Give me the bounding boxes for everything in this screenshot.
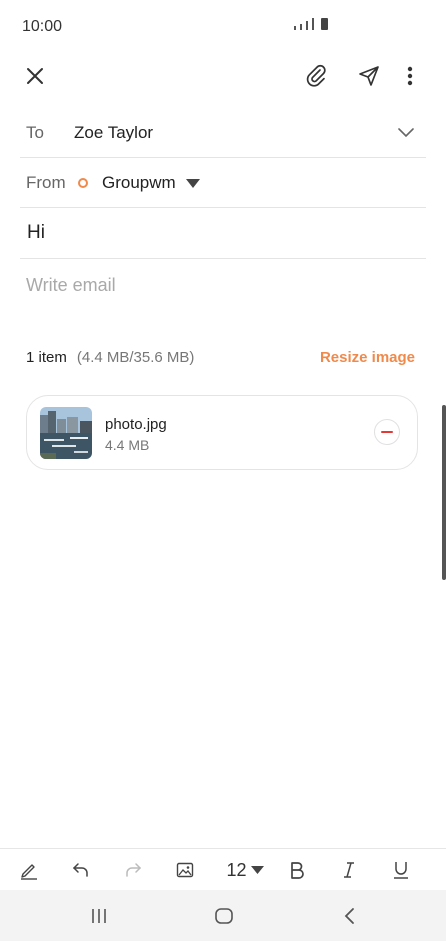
attachment-total-size: (4.4 MB/35.6 MB) [76, 349, 195, 366]
to-label: To [26, 123, 44, 142]
to-recipient[interactable]: Zoe Taylor [74, 123, 153, 143]
font-size-value: 12 [226, 859, 247, 880]
divider [20, 258, 426, 259]
battery-icon [321, 18, 328, 30]
home-icon[interactable] [204, 902, 244, 930]
body-field[interactable]: Write email [26, 275, 116, 296]
insert-image-icon[interactable] [173, 857, 197, 883]
more-options-icon[interactable] [398, 62, 422, 90]
minus-icon [381, 431, 393, 433]
divider [20, 157, 426, 158]
attachment-filename: photo.jpg [105, 416, 167, 433]
send-icon[interactable] [354, 61, 384, 91]
underline-icon[interactable] [389, 857, 413, 883]
from-label: From [26, 173, 66, 192]
close-icon[interactable] [20, 62, 50, 90]
dropdown-triangle-icon[interactable] [185, 178, 200, 188]
dropdown-triangle-icon [250, 866, 264, 874]
attachment-summary: 1 item (4.4 MB/35.6 MB) [26, 349, 194, 366]
photo-thumbnail [40, 407, 92, 459]
to-row[interactable]: To Zoe Taylor [26, 121, 426, 145]
format-toolbar: 12 [0, 848, 446, 891]
bold-icon[interactable] [285, 857, 309, 883]
system-nav-bar [0, 890, 446, 941]
account-dot-icon [78, 178, 88, 188]
remove-attachment-button[interactable] [374, 419, 400, 445]
back-icon[interactable] [329, 902, 369, 930]
attachment-filesize: 4.4 MB [105, 437, 150, 453]
signal-icon [294, 26, 296, 30]
from-account[interactable]: Groupwm [102, 173, 176, 193]
pen-style-icon[interactable] [17, 857, 41, 883]
recent-apps-icon[interactable] [79, 902, 119, 930]
divider [20, 207, 426, 208]
chevron-down-icon[interactable] [394, 122, 418, 144]
from-row[interactable]: From Groupwm [26, 171, 426, 195]
subject-field[interactable]: Hi [27, 222, 45, 244]
attach-icon[interactable] [301, 61, 331, 91]
status-icons [294, 18, 328, 30]
redo-icon[interactable] [121, 857, 145, 883]
scrollbar[interactable] [442, 405, 446, 580]
resize-image-button[interactable]: Resize image [320, 349, 415, 366]
attachment-count: 1 item [26, 349, 67, 366]
undo-icon[interactable] [69, 857, 93, 883]
font-size-selector[interactable]: 12 [222, 857, 268, 883]
italic-icon[interactable] [337, 857, 361, 883]
attachment-card[interactable]: photo.jpg 4.4 MB [26, 395, 418, 470]
status-time: 10:00 [22, 18, 63, 35]
